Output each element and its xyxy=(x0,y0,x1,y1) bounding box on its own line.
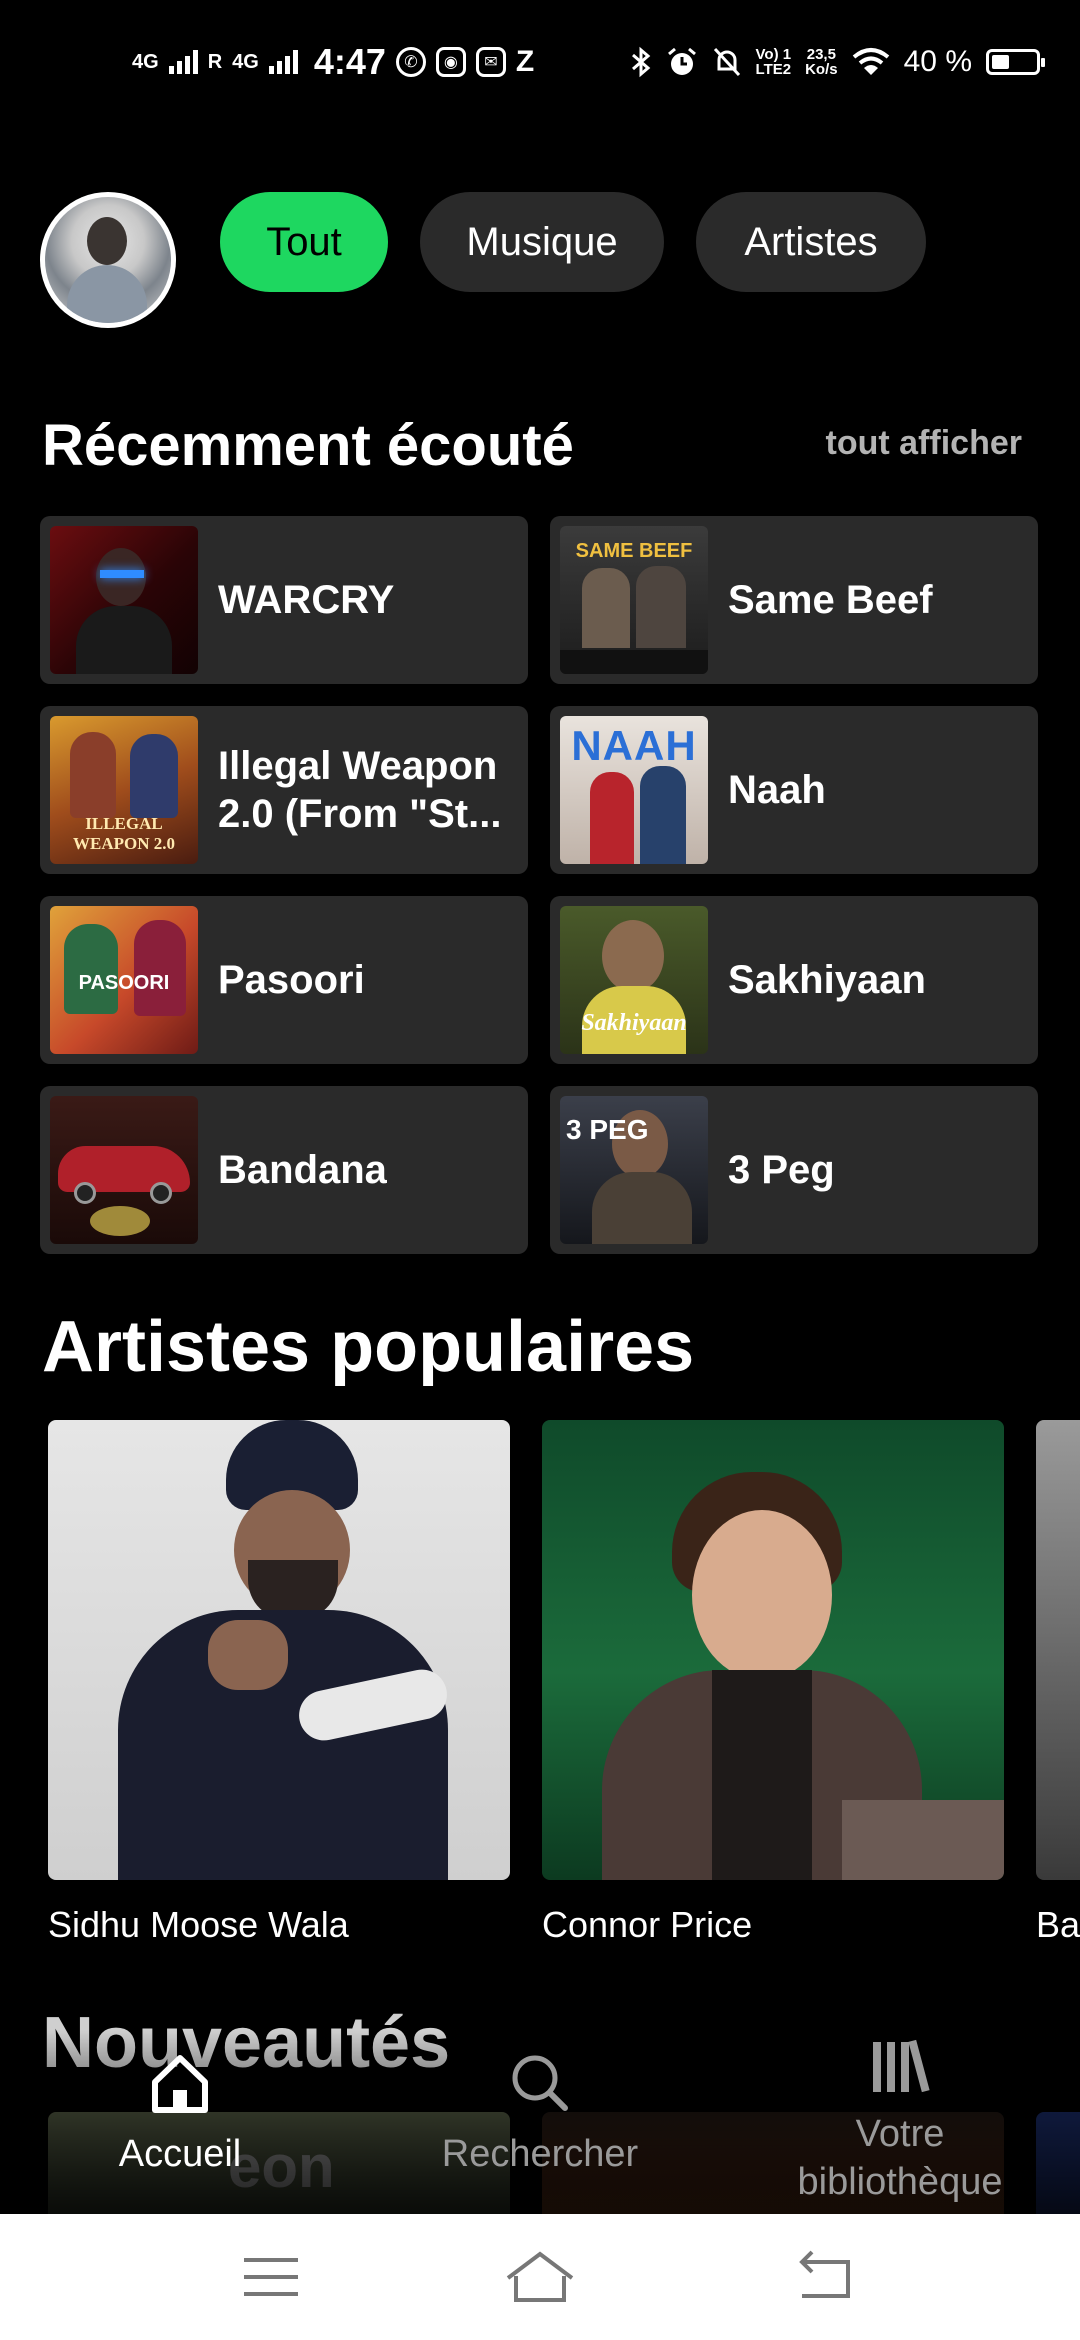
recent-section-title: Récemment écouté xyxy=(42,413,574,478)
mail-icon: ✉ xyxy=(475,47,506,77)
album-cover-illegal-weapon: ILLEGAL WEAPON 2.0 xyxy=(50,716,198,864)
whatsapp-icon: ✆ xyxy=(395,47,426,77)
artists-section-title: Artistes populaires xyxy=(42,1307,695,1387)
track-title: Illegal Weapon 2.0 (From "St... xyxy=(218,744,502,836)
nav-item-library[interactable]: Votre bibliothèque xyxy=(750,2030,1050,2214)
recent-item-3-peg[interactable]: 3 PEG 3 Peg xyxy=(550,1086,1038,1254)
sim2-network-label: 4G xyxy=(232,51,259,73)
artist-card-connor-price[interactable] xyxy=(542,1420,1004,1880)
album-cover-sakhiyaan: Sakhiyaan xyxy=(560,906,708,1054)
album-cover-pasoori: PASOORI xyxy=(50,906,198,1054)
status-bar-right: Vo) 1 LTE2 23,5 Ko/s 40 % xyxy=(630,34,1045,90)
nav-label: Accueil xyxy=(118,2133,242,2175)
track-title: 3 Peg xyxy=(728,1148,835,1192)
battery-fill xyxy=(992,55,1009,69)
recent-item-bandana[interactable]: Bandana xyxy=(40,1086,528,1254)
cover-text: PASOORI xyxy=(78,972,170,994)
nav-label: Rechercher xyxy=(441,2133,639,2175)
mute-bell-icon xyxy=(713,47,740,77)
cover-text: 3 PEG xyxy=(566,1114,649,1145)
sim2-signal-icon xyxy=(268,50,298,74)
instagram-icon: ◉ xyxy=(435,47,466,77)
chip-label: Artistes xyxy=(744,219,878,264)
network-speed-unit: Ko/s xyxy=(805,61,838,78)
cover-text: Sakhiyaan xyxy=(581,1010,687,1036)
track-title: Pasoori xyxy=(218,958,365,1002)
wifi-icon xyxy=(852,48,889,75)
recent-item-pasoori[interactable]: PASOORI Pasoori xyxy=(40,896,528,1064)
alarm-icon xyxy=(667,47,696,75)
filter-chip-tout[interactable]: Tout xyxy=(220,192,388,292)
nav-label: Votre bibliothèque xyxy=(797,2113,1003,2203)
track-title: Same Beef xyxy=(728,578,933,622)
nav-item-home[interactable]: Accueil xyxy=(30,2030,330,2214)
clock: 4:47 xyxy=(313,41,386,82)
status-bar-left: 4G R 4G 4:47 ✆ ◉ ✉ Z xyxy=(132,34,534,90)
sim1-signal-icon xyxy=(168,50,198,74)
search-icon xyxy=(512,2055,568,2111)
avatar-photo xyxy=(45,197,171,323)
filter-chip-musique[interactable]: Musique xyxy=(420,192,664,292)
bluetooth-icon xyxy=(631,46,650,78)
artist-card-sidhu-moose-wala[interactable] xyxy=(48,1420,510,1880)
nav-item-search[interactable]: Rechercher xyxy=(390,2030,690,2214)
artist-name: Sidhu Moose Wala xyxy=(48,1904,349,1945)
network-speed: 23,5 Ko/s xyxy=(805,47,838,77)
profile-avatar[interactable] xyxy=(40,192,176,328)
see-all-link[interactable]: tout afficher xyxy=(826,424,1022,463)
filter-chip-artistes[interactable]: Artistes xyxy=(696,192,926,292)
menu-icon[interactable] xyxy=(232,2242,312,2312)
album-cover-same-beef: SAME BEEF xyxy=(560,526,708,674)
album-cover-naah: NAAH xyxy=(560,716,708,864)
chip-label: Tout xyxy=(266,219,342,264)
chip-label: Musique xyxy=(466,219,618,264)
recent-item-naah[interactable]: NAAH Naah xyxy=(550,706,1038,874)
recent-item-illegal-weapon[interactable]: ILLEGAL WEAPON 2.0 Illegal Weapon 2.0 (F… xyxy=(40,706,528,874)
library-icon xyxy=(873,2039,930,2093)
volte-line-1: Vo) 1 xyxy=(755,46,792,63)
battery-icon xyxy=(986,49,1045,75)
back-icon[interactable] xyxy=(784,2242,864,2312)
recent-item-warcry[interactable]: WARCRY xyxy=(40,516,528,684)
home-icon[interactable] xyxy=(500,2242,580,2312)
status-bar: 4G R 4G 4:47 ✆ ◉ ✉ Z Vo) 1 LTE2 23,5 Ko/… xyxy=(0,0,1080,120)
track-title: Naah xyxy=(728,768,826,812)
album-cover-bandana xyxy=(50,1096,198,1244)
battery-percent: 40 % xyxy=(903,45,972,78)
cover-text: NAAH xyxy=(571,722,697,769)
sim1-network-label: 4G xyxy=(132,51,159,73)
artist-name: Connor Price xyxy=(542,1904,753,1945)
track-title: Sakhiyaan xyxy=(728,958,926,1002)
volte-indicator: Vo) 1 LTE2 xyxy=(756,47,792,77)
roaming-label: R xyxy=(207,51,223,73)
network-speed-value: 23,5 xyxy=(806,46,836,63)
album-cover-3-peg: 3 PEG xyxy=(560,1096,708,1244)
track-title: Bandana xyxy=(218,1148,387,1192)
recent-item-same-beef[interactable]: SAME BEEF Same Beef xyxy=(550,516,1038,684)
volte-line-2: LTE2 xyxy=(755,61,792,78)
cover-text: SAME BEEF xyxy=(575,540,693,562)
artist-card-partial[interactable] xyxy=(1036,1420,1080,1880)
home-icon xyxy=(152,2055,208,2113)
app-z-icon: Z xyxy=(515,45,535,78)
recent-item-sakhiyaan[interactable]: Sakhiyaan Sakhiyaan xyxy=(550,896,1038,1064)
album-cover-warcry xyxy=(50,526,198,674)
system-nav-bar xyxy=(0,2214,1080,2340)
track-title: WARCRY xyxy=(218,578,395,622)
cover-text: ILLEGAL WEAPON 2.0 xyxy=(73,814,175,853)
bottom-nav-bar: Accueil Rechercher Votre bibliothèque xyxy=(0,2030,1080,2214)
artist-name: Ba xyxy=(1036,1904,1080,1945)
